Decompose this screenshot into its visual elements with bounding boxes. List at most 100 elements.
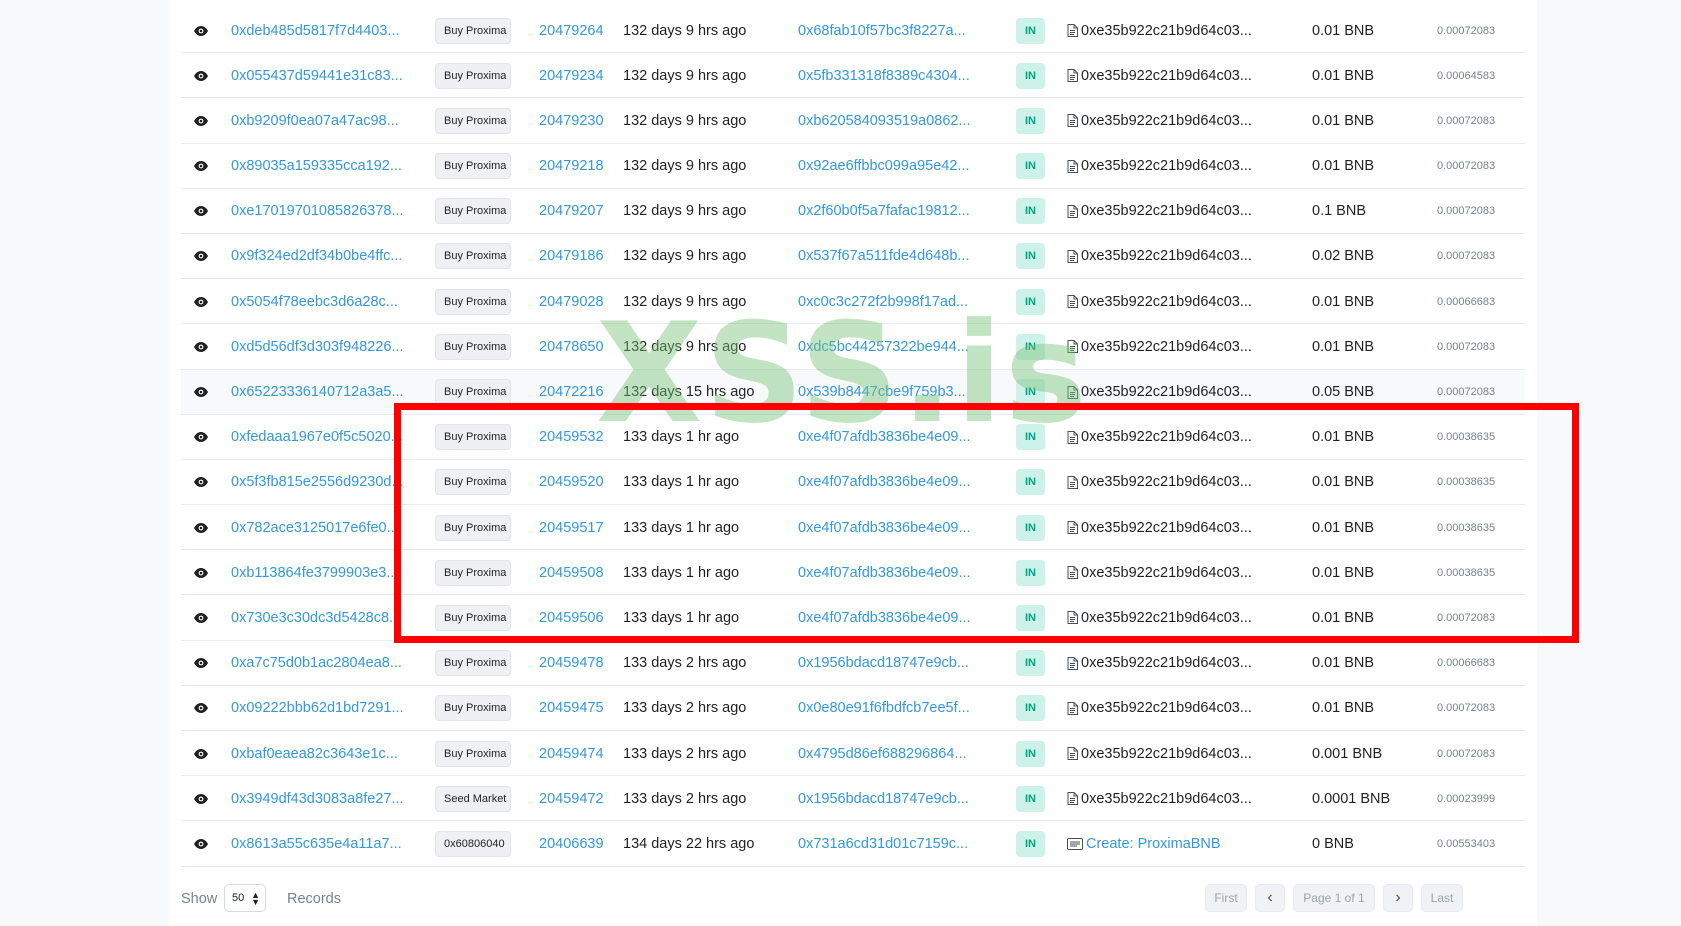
tx-hash-link[interactable]: 0x09222bbb62d1bd7291... xyxy=(231,686,404,731)
records-per-page-select[interactable]: 50 ▲ ▼ xyxy=(224,884,266,912)
block-link[interactable]: 20459474 xyxy=(539,731,604,776)
from-address-link[interactable]: 0x731a6cd31d01c7159c... xyxy=(798,821,968,866)
block-link[interactable]: 20459475 xyxy=(539,686,604,731)
view-details-button[interactable] xyxy=(189,324,213,369)
view-details-button[interactable] xyxy=(189,686,213,731)
tx-hash-link[interactable]: 0xe17019701085826378... xyxy=(231,189,404,234)
from-address-link[interactable]: 0x0e80e91f6fbdfcb7ee5f... xyxy=(798,686,970,731)
direction-badge: IN xyxy=(1016,288,1045,315)
tx-hash-link[interactable]: 0xd5d56df3d303f948226... xyxy=(231,324,404,369)
from-address-link[interactable]: 0x1956bdacd18747e9cb... xyxy=(798,641,969,686)
to-address-text: 0xe35b922c21b9d64c03... xyxy=(1081,293,1252,310)
view-details-button[interactable] xyxy=(189,821,213,866)
tx-hash-link[interactable]: 0x730e3c30dc3d5428c8... xyxy=(231,595,401,640)
view-details-button[interactable] xyxy=(189,641,213,686)
first-page-button[interactable]: First xyxy=(1205,884,1247,912)
view-details-button[interactable] xyxy=(189,144,213,189)
block-link[interactable]: 20479028 xyxy=(539,279,604,324)
to-address-text: 0xe35b922c21b9d64c03... xyxy=(1081,248,1252,265)
tx-hash-link[interactable]: 0x5f3fb815e2556d9230d... xyxy=(231,460,404,505)
from-address-link[interactable]: 0x2f60b0f5a7fafac19812... xyxy=(798,189,970,234)
view-details-button[interactable] xyxy=(189,98,213,143)
tx-hash-link[interactable]: 0x89035a159335cca192... xyxy=(231,144,402,189)
direction-badge: IN xyxy=(1016,559,1045,586)
block-link[interactable]: 20478650 xyxy=(539,324,604,369)
block-link[interactable]: 20479230 xyxy=(539,98,604,143)
block-link[interactable]: 20459517 xyxy=(539,505,604,550)
from-address-link[interactable]: 0xdc5bc44257322be944... xyxy=(798,324,969,369)
block-link[interactable]: 20479207 xyxy=(539,189,604,234)
view-details-button[interactable] xyxy=(189,776,213,821)
block-link[interactable]: 20459472 xyxy=(539,776,604,821)
view-details-button[interactable] xyxy=(189,460,213,505)
view-details-button[interactable] xyxy=(189,550,213,595)
block-link[interactable]: 20479218 xyxy=(539,144,604,189)
from-address-link[interactable]: 0xe4f07afdb3836be4e09... xyxy=(798,550,971,595)
from-address-link[interactable]: 0x5fb331318f8389c4304... xyxy=(798,53,970,98)
view-details-button[interactable] xyxy=(189,53,213,98)
from-address-link[interactable]: 0x4795d86ef688296864... xyxy=(798,731,967,776)
view-details-button[interactable] xyxy=(189,505,213,550)
tx-hash-link[interactable]: 0xdeb485d5817f7d4403... xyxy=(231,8,400,53)
view-details-button[interactable] xyxy=(189,415,213,460)
eye-icon xyxy=(194,567,208,578)
txn-fee-text: 0.00038635 xyxy=(1437,566,1496,579)
next-page-button[interactable]: › xyxy=(1383,884,1413,912)
table-row: 0x5f3fb815e2556d9230d... Buy Proxima 20459… xyxy=(181,460,1525,506)
to-address-text: 0xe35b922c21b9d64c03... xyxy=(1081,112,1252,129)
block-link[interactable]: 20459508 xyxy=(539,550,604,595)
tx-hash-link[interactable]: 0x5054f78eebc3d6a28c... xyxy=(231,279,398,324)
block-link[interactable]: 20459520 xyxy=(539,460,604,505)
from-address-link[interactable]: 0xc0c3c272f2b998f17ad... xyxy=(798,279,968,324)
table-row: 0xb113864fe3799903e3... Buy Proxima 204595… xyxy=(181,550,1525,596)
view-details-button[interactable] xyxy=(189,595,213,640)
tx-hash-link[interactable]: 0x055437d59441e31c83... xyxy=(231,53,403,98)
view-details-button[interactable] xyxy=(189,189,213,234)
direction-cell: IN xyxy=(1016,98,1045,143)
view-details-button[interactable] xyxy=(189,731,213,776)
from-address-link[interactable]: 0x92ae6ffbbc099a95e42... xyxy=(798,144,969,189)
tx-hash-link[interactable]: 0xa7c75d0b1ac2804ea8... xyxy=(231,641,402,686)
to-address-text: 0xe35b922c21b9d64c03... xyxy=(1081,203,1252,220)
age-text: 132 days 15 hrs ago xyxy=(623,384,755,400)
method-cell: Buy Proxima xyxy=(435,505,511,550)
from-address-link[interactable]: 0xe4f07afdb3836be4e09... xyxy=(798,505,971,550)
block-link[interactable]: 20479234 xyxy=(539,53,604,98)
from-address-link[interactable]: 0x1956bdacd18747e9cb... xyxy=(798,776,969,821)
view-details-button[interactable] xyxy=(189,279,213,324)
view-details-button[interactable] xyxy=(189,8,213,53)
table-row: 0xdeb485d5817f7d4403... Buy Proxima 204792… xyxy=(181,8,1525,54)
from-address-link[interactable]: 0xe4f07afdb3836be4e09... xyxy=(798,415,971,460)
block-link[interactable]: 20472216 xyxy=(539,370,604,415)
block-link[interactable]: 20459478 xyxy=(539,641,604,686)
direction-badge: IN xyxy=(1016,107,1045,134)
document-icon xyxy=(1067,475,1078,489)
block-link[interactable]: 20459532 xyxy=(539,415,604,460)
from-address-link[interactable]: 0x539b8447cbe9f759b3... xyxy=(798,370,966,415)
from-address-link[interactable]: 0xb620584093519a0862... xyxy=(798,98,971,143)
tx-hash-link[interactable]: 0x65223336140712a3a5... xyxy=(231,370,404,415)
from-address-link[interactable]: 0xe4f07afdb3836be4e09... xyxy=(798,595,971,640)
to-address-cell[interactable]: Create: ProximaBNB xyxy=(1067,821,1221,866)
view-details-button[interactable] xyxy=(189,234,213,279)
tx-hash-link[interactable]: 0x9f324ed2df34b0be4ffc... xyxy=(231,234,402,279)
block-link[interactable]: 20459506 xyxy=(539,595,604,640)
view-details-button[interactable] xyxy=(189,370,213,415)
tx-hash-link[interactable]: 0xb113864fe3799903e3... xyxy=(231,550,398,595)
from-address-link[interactable]: 0x537f67a511fde4d648b... xyxy=(798,234,969,279)
from-address-link[interactable]: 0xe4f07afdb3836be4e09... xyxy=(798,460,971,505)
tx-hash-link[interactable]: 0x782ace3125017e6fe0... xyxy=(231,505,399,550)
tx-hash-link[interactable]: 0xb9209f0ea07a47ac98... xyxy=(231,98,399,143)
tx-hash-link[interactable]: 0xfedaaa1967e0f5c5020... xyxy=(231,415,403,460)
last-page-button[interactable]: Last xyxy=(1421,884,1463,912)
tx-hash-link[interactable]: 0xbaf0eaea82c3643e1c... xyxy=(231,731,398,776)
value-text: 0.01 BNB xyxy=(1312,519,1375,536)
tx-hash-link[interactable]: 0x3949df43d3083a8fe27... xyxy=(231,776,404,821)
tx-hash-link[interactable]: 0x8613a55c635e4a11a7... xyxy=(231,821,402,866)
block-link[interactable]: 20406639 xyxy=(539,821,604,866)
block-link[interactable]: 20479186 xyxy=(539,234,604,279)
block-link[interactable]: 20479264 xyxy=(539,8,604,53)
prev-page-button[interactable]: ‹ xyxy=(1255,884,1285,912)
from-address-link[interactable]: 0x68fab10f57bc3f8227a... xyxy=(798,8,966,53)
age-text: 132 days 9 hrs ago xyxy=(623,248,747,265)
